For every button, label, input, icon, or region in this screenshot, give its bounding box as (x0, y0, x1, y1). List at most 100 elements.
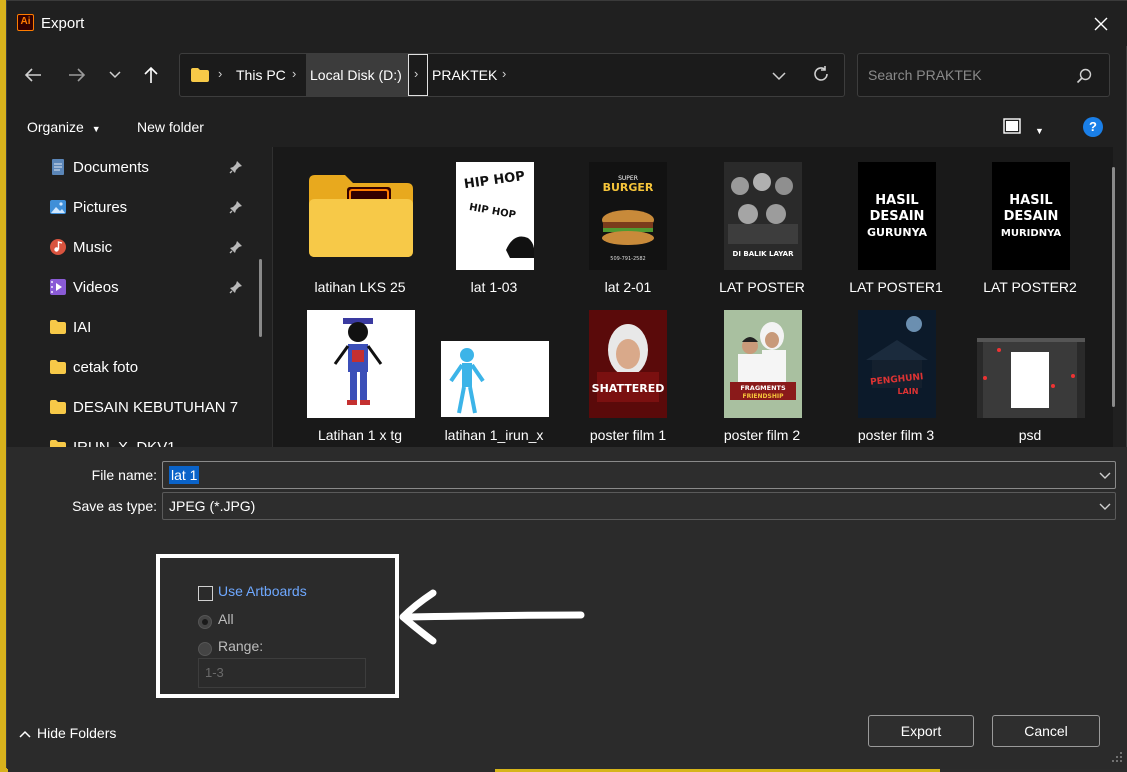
close-button[interactable] (1083, 9, 1119, 39)
sidebar-item-videos[interactable]: Videos (7, 267, 257, 307)
resize-grip-icon[interactable] (1111, 751, 1123, 763)
image-thumbnail: HIP HOP HIP HOP (456, 162, 534, 270)
file-name: LAT POSTER1 (849, 279, 943, 295)
help-icon: ? (1089, 119, 1097, 134)
save-type-label: Save as type: (72, 498, 157, 514)
pin-icon (229, 201, 242, 214)
breadcrumb-this-pc[interactable]: This PC (236, 67, 286, 83)
file-item-image[interactable]: SUPER BURGER 509-791-2582 lat 2-01 (561, 157, 695, 305)
address-history-dropdown[interactable] (772, 68, 790, 82)
file-item-image[interactable]: psd (963, 305, 1097, 447)
image-thumbnail: SUPER BURGER 509-791-2582 (589, 162, 667, 270)
file-name: latihan LKS 25 (314, 279, 406, 295)
save-type-select[interactable]: JPEG (*.JPG) (162, 492, 1116, 520)
sidebar-item-label: Music (73, 238, 113, 256)
caret-down-icon: ▼ (1035, 126, 1044, 136)
chevron-down-icon[interactable] (1099, 472, 1111, 480)
chevron-down-icon (109, 71, 121, 79)
sidebar-item-music[interactable]: Music (7, 227, 257, 267)
file-item-image[interactable]: FRAGMENTS FRIENDSHIP poster film 2 (695, 305, 829, 447)
view-icon (1003, 118, 1021, 134)
music-icon (50, 239, 66, 255)
documents-icon (52, 159, 64, 175)
files-scrollbar[interactable] (1112, 167, 1115, 407)
search-input[interactable]: Search PRAKTEK (857, 53, 1110, 97)
sidebar-item-irun-x-dkv1[interactable]: IRUN_X_DKV1 (7, 427, 257, 447)
new-folder-button[interactable]: New folder (137, 119, 204, 135)
file-item-image[interactable]: HIP HOP HIP HOP lat 1-03 (427, 157, 561, 305)
save-options-panel: File name: lat 1 Save as type: JPEG (*.J… (7, 447, 1127, 769)
breadcrumb-label: Local Disk (D:) (310, 67, 402, 83)
svg-text:DESAIN: DESAIN (870, 209, 925, 224)
file-item-image[interactable]: HASIL DESAIN MURIDNYA LAT POSTER2 (963, 157, 1097, 305)
sidebar-item-iai[interactable]: IAI (7, 307, 257, 347)
image-thumbnail: PENGHUNI LAIN (858, 310, 936, 418)
breadcrumb-separator: › (502, 66, 507, 81)
folder-icon: Ai (309, 175, 413, 257)
forward-button[interactable] (63, 61, 91, 89)
hide-folders-button[interactable]: Hide Folders (19, 725, 116, 741)
breadcrumb-local-disk[interactable]: Local Disk (D:) (306, 54, 408, 96)
back-button[interactable] (19, 61, 47, 89)
help-button[interactable]: ? (1083, 117, 1103, 137)
breadcrumb-praktek[interactable]: PRAKTEK (432, 67, 497, 83)
organize-button[interactable]: Organize ▼ (27, 119, 101, 135)
sidebar-scrollbar[interactable] (259, 259, 262, 337)
range-input[interactable]: 1-3 (198, 658, 366, 688)
file-item-folder[interactable]: Ai latihan LKS 25 (293, 157, 427, 305)
artboard-options-highlight: Use Artboards All Range: 1-3 (156, 554, 399, 698)
search-placeholder: Search PRAKTEK (868, 67, 982, 83)
image-thumbnail: SHATTERED (589, 310, 667, 418)
file-item-image[interactable]: PENGHUNI LAIN poster film 3 (829, 305, 963, 447)
organize-label: Organize (27, 119, 84, 135)
view-button[interactable] (1003, 118, 1023, 136)
view-options-dropdown[interactable]: ▼ (1035, 121, 1047, 136)
sidebar-item-label: IRUN_X_DKV1 (73, 438, 176, 448)
file-name-input[interactable]: lat 1 (162, 461, 1116, 489)
up-button[interactable] (137, 61, 165, 89)
export-button[interactable]: Export (868, 715, 974, 747)
file-name: poster film 3 (857, 427, 935, 443)
sidebar-item-label: cetak foto (73, 358, 139, 376)
sidebar-item-label: Pictures (73, 198, 128, 216)
sidebar-item-label: Documents (73, 158, 149, 176)
refresh-button[interactable] (812, 65, 832, 85)
all-radio[interactable] (198, 615, 212, 629)
sidebar-item-pictures[interactable]: Pictures (7, 187, 257, 227)
svg-text:DI BALIK LAYAR: DI BALIK LAYAR (733, 250, 795, 258)
use-artboards-label[interactable]: Use Artboards (218, 583, 307, 599)
file-item-image[interactable]: Latihan 1 x tg (293, 305, 427, 447)
file-name: latihan 1_irun_x (444, 427, 544, 443)
use-artboards-checkbox[interactable] (198, 586, 213, 601)
annotation-arrow-icon (399, 589, 585, 645)
file-name-label: File name: (91, 467, 157, 483)
chevron-right-icon: › (414, 66, 419, 81)
pictures-icon (50, 200, 66, 214)
file-item-image[interactable]: HASIL DESAIN GURUNYA LAT POSTER1 (829, 157, 963, 305)
range-value: 1-3 (205, 665, 224, 680)
file-item-image[interactable]: latihan 1_irun_x (427, 305, 561, 447)
sidebar-item-documents[interactable]: Documents (7, 147, 257, 187)
breadcrumb-separator-button[interactable]: › (408, 54, 428, 96)
address-bar[interactable]: › This PC › Local Disk (D:) › PRAKTEK › (179, 53, 845, 97)
file-name: psd (1018, 427, 1042, 443)
caret-down-icon: ▼ (91, 124, 101, 134)
folder-icon (50, 440, 66, 447)
file-item-image[interactable]: DI BALIK LAYAR LAT POSTER (695, 157, 829, 305)
illustrator-app-icon: Ai (17, 14, 34, 31)
folder-icon (50, 320, 66, 334)
sidebar-item-label: IAI (73, 318, 92, 336)
image-thumbnail: HASIL DESAIN MURIDNYA (992, 162, 1070, 270)
file-name: LAT POSTER (719, 279, 805, 295)
cancel-button[interactable]: Cancel (992, 715, 1100, 747)
recent-locations-button[interactable] (101, 61, 129, 89)
save-type-value: JPEG (*.JPG) (169, 498, 256, 514)
chevron-down-icon (1099, 503, 1111, 510)
sidebar-item-cetak-foto[interactable]: cetak foto (7, 347, 257, 387)
export-dialog: Ai Export › This PC › Local Disk (D:) › … (6, 0, 1127, 769)
file-item-image[interactable]: SHATTERED poster film 1 (561, 305, 695, 447)
sidebar-item-desain-kebutuhan-7[interactable]: DESAIN KEBUTUHAN 7 (7, 387, 257, 427)
image-thumbnail (307, 310, 415, 418)
svg-text:FRAGMENTS: FRAGMENTS (740, 384, 786, 392)
range-radio[interactable] (198, 642, 212, 656)
